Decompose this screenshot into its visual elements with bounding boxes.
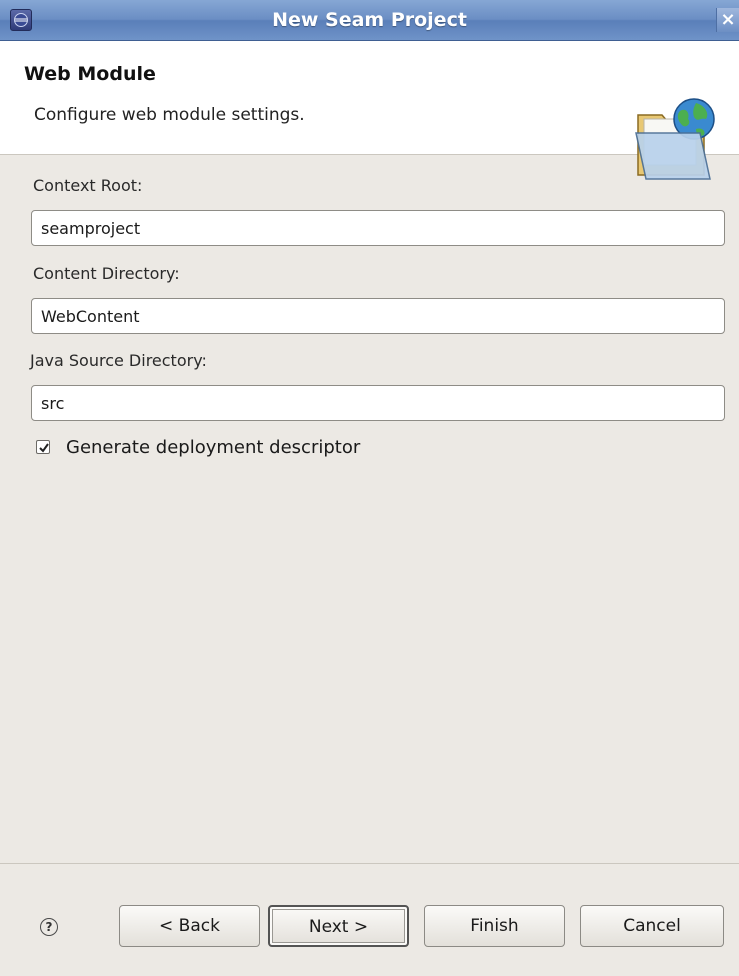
content-directory-field[interactable] xyxy=(31,298,725,334)
close-button[interactable]: × xyxy=(716,8,739,32)
page-title: Web Module xyxy=(24,63,156,85)
footer-divider xyxy=(0,863,739,864)
next-button[interactable]: Next > xyxy=(268,905,409,947)
finish-button[interactable]: Finish xyxy=(424,905,565,947)
folder-globe-icon xyxy=(635,98,715,180)
cancel-button[interactable]: Cancel xyxy=(580,905,724,947)
java-source-directory-field[interactable] xyxy=(31,385,725,421)
generate-deployment-descriptor-label: Generate deployment descriptor xyxy=(66,437,361,458)
title-bar[interactable]: New Seam Project × xyxy=(0,0,739,41)
context-root-field[interactable] xyxy=(31,210,725,246)
help-icon[interactable]: ? xyxy=(40,918,58,936)
window-title: New Seam Project xyxy=(272,9,467,31)
java-source-directory-label: Java Source Directory: xyxy=(30,351,207,370)
wizard-header: Web Module Configure web module settings… xyxy=(0,41,739,180)
page-description: Configure web module settings. xyxy=(34,105,305,125)
back-button[interactable]: < Back xyxy=(119,905,260,947)
generate-deployment-descriptor-checkbox[interactable] xyxy=(36,440,50,454)
content-directory-label: Content Directory: xyxy=(33,264,180,283)
context-root-label: Context Root: xyxy=(33,176,143,195)
